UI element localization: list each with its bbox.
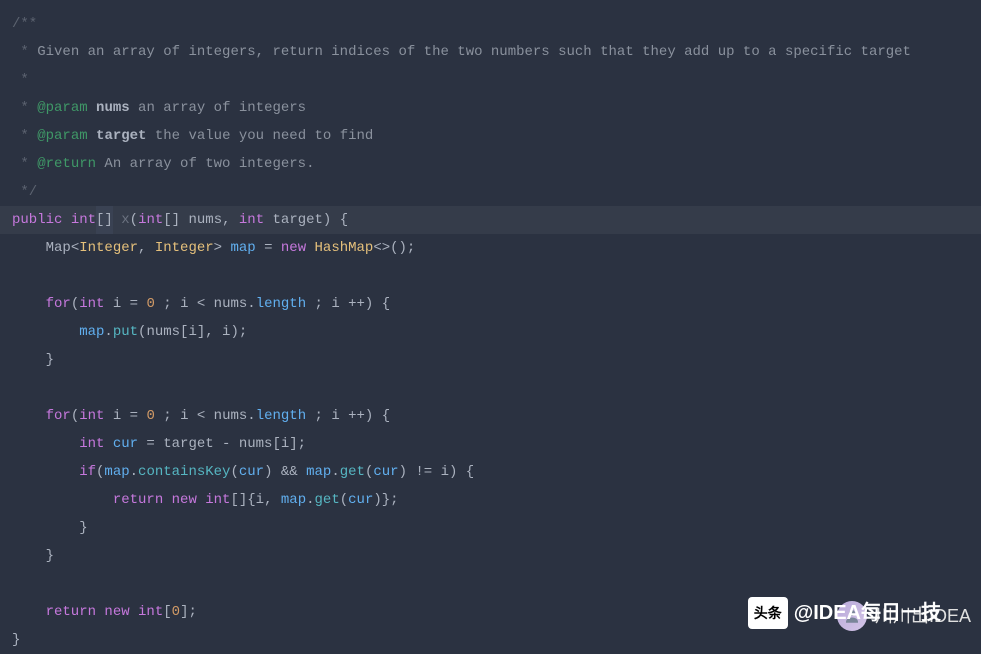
keyword: for	[12, 290, 71, 318]
number-literal: 0	[172, 598, 180, 626]
code-line: for(int i = 0 ; i < nums.length ; i ++) …	[12, 402, 981, 430]
code-line: return new int[]{i, map.get(cur)};	[12, 486, 981, 514]
code-line: Map<Integer, Integer> map = new HashMap<…	[12, 234, 981, 262]
watermark-logo: 头条	[748, 597, 788, 629]
code-line: }	[12, 514, 981, 542]
doc-tag: @return	[37, 150, 96, 178]
method-name: containsKey	[138, 458, 230, 486]
code-line: int cur = target - nums[i];	[12, 430, 981, 458]
code-line: * Given an array of integers, return ind…	[12, 38, 981, 66]
javadoc-description: Given an array of integers, return indic…	[37, 38, 911, 66]
cursor-position: x	[113, 206, 130, 234]
code-line: for(int i = 0 ; i < nums.length ; i ++) …	[12, 290, 981, 318]
code-line: *	[12, 66, 981, 94]
method-name: get	[340, 458, 365, 486]
code-line: }	[12, 346, 981, 374]
method-name: get	[315, 486, 340, 514]
code-line: * @param nums an array of integers	[12, 94, 981, 122]
code-line: * @return An array of two integers.	[12, 150, 981, 178]
type-name: Integer	[155, 234, 214, 262]
type-name: HashMap	[315, 234, 374, 262]
doc-tag: @param	[37, 94, 87, 122]
number-literal: 0	[146, 402, 154, 430]
keyword: public	[12, 206, 71, 234]
code-editor[interactable]: /** * Given an array of integers, return…	[12, 0, 981, 654]
code-line-blank	[12, 374, 981, 402]
code-line: * @param target the value you need to fi…	[12, 122, 981, 150]
code-line: }	[12, 626, 981, 654]
comment-text: /**	[12, 10, 37, 38]
keyword: if	[12, 458, 96, 486]
bracket-highlight: []	[96, 206, 113, 234]
keyword: for	[12, 402, 71, 430]
watermark-handle: @IDEA每日一技	[794, 599, 941, 627]
code-line-highlighted: public int[] x(int[] nums, int target) {	[0, 206, 981, 234]
number-literal: 0	[146, 290, 154, 318]
doc-tag: @param	[37, 122, 87, 150]
doc-param-name: target	[96, 122, 146, 150]
watermark-overlay-2: 头条 @IDEA每日一技	[748, 597, 941, 629]
code-line: /**	[12, 10, 981, 38]
code-line-blank	[12, 262, 981, 290]
code-line-blank	[12, 570, 981, 598]
doc-param-name: nums	[96, 94, 130, 122]
code-line: if(map.containsKey(cur) && map.get(cur) …	[12, 458, 981, 486]
method-name: put	[113, 318, 138, 346]
keyword: return	[12, 486, 172, 514]
keyword: return	[12, 598, 104, 626]
type-name: Integer	[79, 234, 138, 262]
code-line: map.put(nums[i], i);	[12, 318, 981, 346]
code-line: */	[12, 178, 981, 206]
code-line: }	[12, 542, 981, 570]
